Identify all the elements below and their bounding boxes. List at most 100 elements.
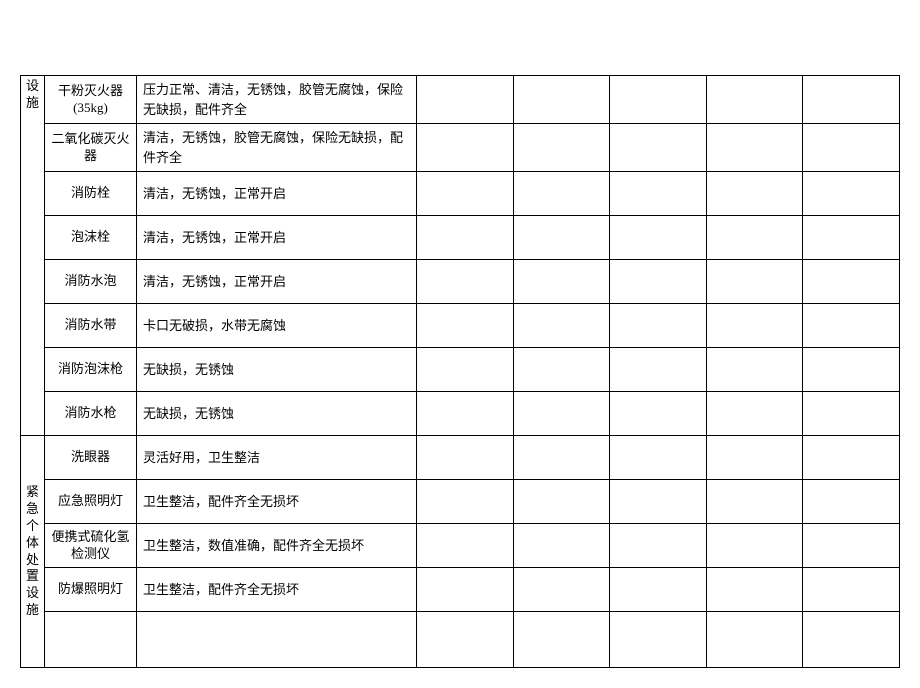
blank-cell [803,260,900,304]
blank-cell [803,612,900,668]
blank-cell [513,524,610,568]
section-label-emergency: 紧急个体处置设施 [21,436,45,668]
blank-cell [706,348,803,392]
blank-cell [803,172,900,216]
table-row: 消防栓 清洁，无锈蚀，正常开启 [21,172,900,216]
blank-cell [706,436,803,480]
blank-cell [610,612,707,668]
item-desc: 压力正常、清洁，无锈蚀，胶管无腐蚀，保险无缺损，配件齐全 [137,76,417,124]
blank-cell [610,260,707,304]
blank-cell [513,172,610,216]
table-row [21,612,900,668]
item-name: 消防水泡 [45,260,137,304]
blank-cell [417,260,514,304]
blank-cell [417,524,514,568]
blank-cell [803,568,900,612]
table-row: 紧急个体处置设施 洗眼器 灵活好用，卫生整洁 [21,436,900,480]
blank-cell [610,304,707,348]
blank-cell [417,568,514,612]
item-desc: 清洁，无锈蚀，正常开启 [137,172,417,216]
blank-cell [513,436,610,480]
blank-cell [610,568,707,612]
blank-cell [513,124,610,172]
item-desc: 清洁，无锈蚀，正常开启 [137,260,417,304]
table-row: 消防水泡 清洁，无锈蚀，正常开启 [21,260,900,304]
blank-cell [513,304,610,348]
blank-cell [803,348,900,392]
item-desc: 卫生整洁，数值准确，配件齐全无损坏 [137,524,417,568]
blank-cell [803,304,900,348]
blank-cell [610,524,707,568]
blank-cell [706,76,803,124]
item-name: 消防水枪 [45,392,137,436]
blank-cell [706,216,803,260]
blank-cell [513,348,610,392]
blank-cell [706,392,803,436]
item-name: 防爆照明灯 [45,568,137,612]
item-desc: 卫生整洁，配件齐全无损坏 [137,480,417,524]
item-name: 干粉灭火器 (35kg) [45,76,137,124]
blank-cell [803,480,900,524]
blank-cell [803,436,900,480]
blank-cell [417,392,514,436]
blank-cell [417,436,514,480]
blank-cell [706,480,803,524]
blank-cell [513,76,610,124]
item-name: 泡沫栓 [45,216,137,260]
blank-cell [706,304,803,348]
blank-cell [513,260,610,304]
blank-cell [610,480,707,524]
table-row: 消防水枪 无缺损，无锈蚀 [21,392,900,436]
blank-cell [706,612,803,668]
blank-cell [417,612,514,668]
blank-cell [610,216,707,260]
item-desc: 清洁，无锈蚀，胶管无腐蚀，保险无缺损，配件齐全 [137,124,417,172]
blank-cell [417,348,514,392]
blank-cell [706,568,803,612]
blank-cell [610,172,707,216]
blank-cell [417,76,514,124]
table-row: 防爆照明灯 卫生整洁，配件齐全无损坏 [21,568,900,612]
blank-cell [417,124,514,172]
blank-cell [417,172,514,216]
blank-cell [803,216,900,260]
item-desc [137,612,417,668]
item-desc: 清洁，无锈蚀，正常开启 [137,216,417,260]
inspection-table: 设施 干粉灭火器 (35kg) 压力正常、清洁，无锈蚀，胶管无腐蚀，保险无缺损，… [20,75,900,668]
blank-cell [706,260,803,304]
blank-cell [610,124,707,172]
table-row: 便携式硫化氢 检测仪 卫生整洁，数值准确，配件齐全无损坏 [21,524,900,568]
item-desc: 灵活好用，卫生整洁 [137,436,417,480]
blank-cell [513,568,610,612]
blank-cell [513,216,610,260]
table-row: 泡沫栓 清洁，无锈蚀，正常开启 [21,216,900,260]
blank-cell [610,76,707,124]
blank-cell [417,216,514,260]
item-name: 消防栓 [45,172,137,216]
blank-cell [803,392,900,436]
blank-cell [706,524,803,568]
blank-cell [610,392,707,436]
blank-cell [610,436,707,480]
blank-cell [706,172,803,216]
blank-cell [417,304,514,348]
item-name [45,612,137,668]
item-desc: 卡口无破损，水带无腐蚀 [137,304,417,348]
item-desc: 无缺损，无锈蚀 [137,392,417,436]
blank-cell [803,124,900,172]
blank-cell [610,348,707,392]
blank-cell [417,480,514,524]
blank-cell [706,124,803,172]
blank-cell [513,392,610,436]
item-name: 消防水带 [45,304,137,348]
item-name: 洗眼器 [45,436,137,480]
item-name: 应急照明灯 [45,480,137,524]
table-row: 消防水带 卡口无破损，水带无腐蚀 [21,304,900,348]
item-name: 二氧化碳灭火 器 [45,124,137,172]
table-row: 消防泡沫枪 无缺损，无锈蚀 [21,348,900,392]
blank-cell [513,612,610,668]
item-desc: 卫生整洁，配件齐全无损坏 [137,568,417,612]
blank-cell [803,524,900,568]
blank-cell [803,76,900,124]
table-row: 设施 干粉灭火器 (35kg) 压力正常、清洁，无锈蚀，胶管无腐蚀，保险无缺损，… [21,76,900,124]
